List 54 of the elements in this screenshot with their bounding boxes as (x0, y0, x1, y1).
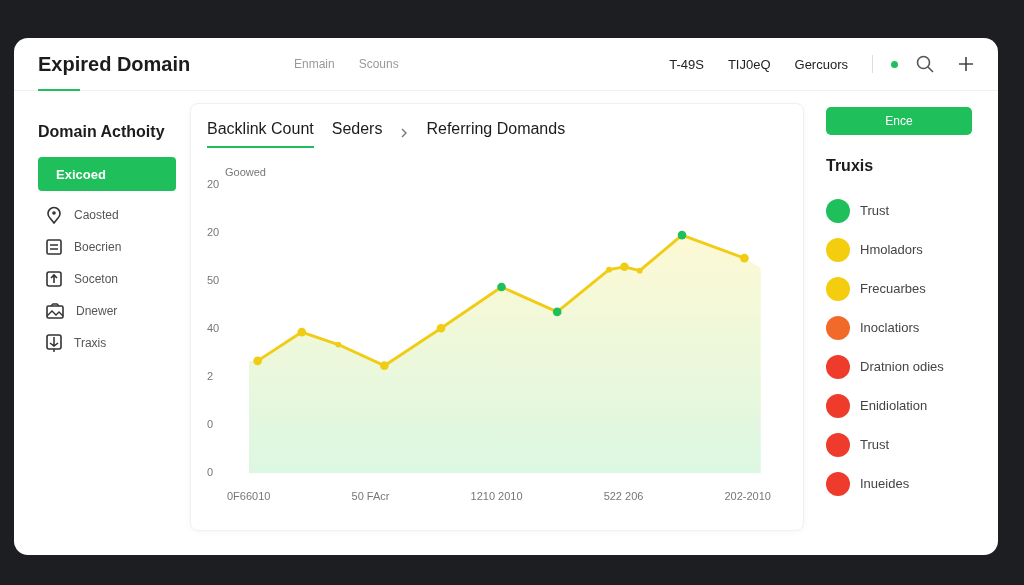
data-point (297, 327, 307, 337)
axis-label: 20 (207, 178, 221, 190)
chart-legend: Goowed (225, 166, 787, 178)
sidebar-item[interactable]: Caosted (38, 199, 176, 231)
list-item: Inoclatiors (860, 320, 920, 335)
axis-label: 0 (207, 418, 215, 430)
tab[interactable]: Backlink Count (207, 118, 314, 148)
header-link[interactable]: T-49S (669, 56, 704, 72)
document-icon (46, 239, 62, 255)
axis-label: 50 FAcr (351, 490, 390, 502)
axis-label: 50 (207, 274, 221, 286)
plus-icon[interactable] (958, 56, 974, 72)
sidebar-item[interactable]: Traxis (38, 327, 176, 359)
list-title: Truxis (826, 157, 875, 175)
data-point (497, 282, 507, 292)
header-link[interactable]: TIJ0eQ (727, 56, 771, 72)
tab[interactable]: Seders (331, 118, 383, 148)
list-item: Frecuarbes (860, 281, 926, 296)
image-icon (46, 303, 64, 319)
data-point (637, 267, 643, 274)
sidebar-item[interactable]: Boecrien (38, 231, 176, 263)
data-point (606, 266, 613, 273)
data-point (553, 307, 562, 317)
app-title: Expired Domain (38, 52, 191, 75)
axis-label: 1210 2010 (470, 490, 523, 502)
chevron-icon (400, 127, 409, 139)
axis-label: 0 (207, 466, 215, 478)
sidebar-item[interactable]: Dnewer (38, 295, 176, 327)
axis-label: 2 (207, 370, 215, 382)
list-item: Enidiolation (860, 398, 928, 413)
data-point (678, 230, 687, 240)
list-item: Hmoladors (860, 242, 923, 257)
sidebar-item[interactable]: Soceton (38, 263, 176, 295)
data-point (335, 341, 342, 348)
header-link[interactable]: Gercuors (794, 56, 848, 72)
data-point (437, 323, 446, 333)
pin-icon (46, 206, 62, 224)
list-item: Trust (860, 203, 890, 218)
axis-label: 40 (207, 322, 221, 334)
status-dot-icon (891, 60, 898, 68)
tab[interactable]: Referring Domands (426, 118, 566, 148)
sidebar-title: Domain Acthoity (38, 123, 166, 141)
axis-label: 0F66010 (227, 490, 271, 502)
axis-label: 202-2010 (724, 490, 771, 502)
list-item: Inueides (860, 476, 910, 491)
search-icon[interactable] (916, 55, 934, 73)
data-point (620, 262, 630, 272)
data-point (380, 361, 390, 370)
data-point (253, 356, 263, 366)
list-item: Trust (860, 437, 890, 452)
axis-label: 20 (207, 226, 221, 238)
list-item: Dratnion odies (860, 359, 944, 374)
data-point (740, 253, 750, 263)
axis-label: 522 206 (603, 490, 644, 502)
